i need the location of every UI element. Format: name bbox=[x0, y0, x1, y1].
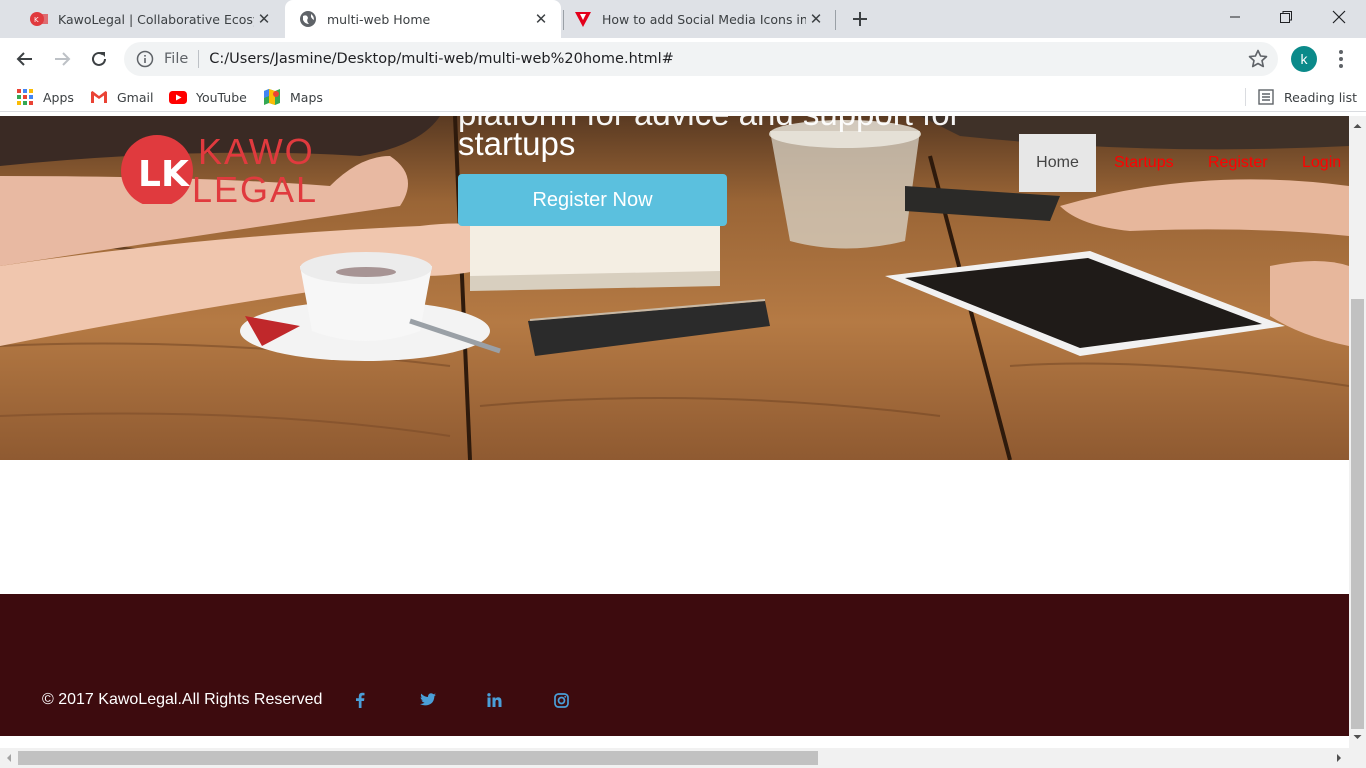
nav-home[interactable]: Home bbox=[1019, 134, 1096, 192]
facebook-icon[interactable] bbox=[351, 691, 369, 709]
info-icon[interactable] bbox=[136, 50, 154, 68]
logo-line1-text: KAWO bbox=[198, 131, 315, 172]
bookmark-label: Maps bbox=[290, 89, 323, 105]
kawolegal-logo[interactable]: LK KAWO LEGAL bbox=[120, 124, 360, 204]
instagram-icon[interactable] bbox=[552, 691, 570, 709]
page-viewport: LK KAWO LEGAL platform for advice and su… bbox=[0, 116, 1349, 736]
reload-icon bbox=[92, 51, 106, 66]
browser-menu-button[interactable] bbox=[1330, 46, 1352, 72]
bookmark-gmail[interactable]: Gmail bbox=[90, 86, 153, 108]
new-tab-button[interactable] bbox=[846, 5, 874, 33]
twitter-icon[interactable] bbox=[419, 691, 437, 709]
copyright-text: © 2017 KawoLegal.All Rights Reserved bbox=[42, 691, 323, 708]
restore-button[interactable] bbox=[1261, 0, 1311, 34]
close-tab-icon[interactable]: ✕ bbox=[531, 9, 551, 29]
bookmark-label: YouTube bbox=[196, 89, 247, 105]
close-tab-icon[interactable]: ✕ bbox=[806, 9, 826, 29]
logo-line2-text: LEGAL bbox=[192, 169, 318, 204]
arrow-left-icon bbox=[16, 52, 32, 66]
profile-avatar[interactable]: k bbox=[1291, 46, 1317, 72]
close-window-button[interactable] bbox=[1314, 0, 1364, 34]
bookmark-maps[interactable]: Maps bbox=[263, 86, 323, 108]
nav-register[interactable]: Register bbox=[1208, 134, 1268, 192]
address-divider bbox=[198, 50, 200, 68]
horizontal-scrollbar[interactable] bbox=[0, 748, 1366, 768]
linkedin-icon[interactable] bbox=[485, 691, 503, 709]
kawolegal-favicon-icon: K bbox=[30, 10, 48, 28]
logo-mark-text: LK bbox=[138, 154, 190, 195]
bookmark-star-icon[interactable] bbox=[1248, 49, 1268, 69]
maps-icon bbox=[263, 88, 281, 106]
tab-title: How to add Social Media Icons in HTML bbox=[602, 11, 806, 27]
youtube-icon bbox=[169, 88, 187, 106]
bookmark-youtube[interactable]: YouTube bbox=[169, 86, 247, 108]
close-icon bbox=[1332, 10, 1346, 24]
minimize-icon bbox=[1230, 16, 1240, 18]
hero-heading-line: startups bbox=[458, 125, 576, 162]
gmail-icon bbox=[90, 88, 108, 106]
scroll-up-arrow-icon[interactable] bbox=[1349, 119, 1366, 133]
tab-multi-web-home[interactable]: multi-web Home ✕ bbox=[285, 0, 561, 38]
hero-section: LK KAWO LEGAL platform for advice and su… bbox=[0, 116, 1349, 460]
scroll-down-arrow-icon[interactable] bbox=[1349, 730, 1366, 744]
reload-button[interactable] bbox=[83, 43, 115, 75]
svg-text:K: K bbox=[34, 16, 39, 24]
bookmarks-bar: Apps Gmail YouTube Maps Reading list bbox=[0, 82, 1366, 112]
reading-list-label: Reading list bbox=[1284, 89, 1358, 105]
apps-grid-icon bbox=[16, 88, 34, 106]
bookmarks-divider bbox=[1245, 88, 1246, 106]
tab-social-icons-howto[interactable]: How to add Social Media Icons in HTML ✕ bbox=[564, 0, 836, 38]
content-spacer bbox=[0, 460, 1349, 594]
horizontal-scroll-thumb[interactable] bbox=[18, 751, 818, 765]
reading-list-icon bbox=[1257, 88, 1275, 106]
nav-startups[interactable]: Startups bbox=[1114, 134, 1174, 192]
minimize-button[interactable] bbox=[1210, 0, 1260, 34]
address-bar[interactable]: File C:/Users/Jasmine/Desktop/multi-web/… bbox=[124, 42, 1278, 76]
bookmark-label: Apps bbox=[43, 89, 74, 105]
tab-title: multi-web Home bbox=[327, 11, 431, 27]
scroll-left-arrow-icon[interactable] bbox=[2, 748, 16, 768]
back-button[interactable] bbox=[9, 43, 41, 75]
close-tab-icon[interactable]: ✕ bbox=[254, 9, 274, 29]
bookmark-apps[interactable]: Apps bbox=[16, 86, 74, 108]
plus-icon bbox=[853, 12, 867, 26]
nav-login[interactable]: Login bbox=[1302, 134, 1341, 192]
register-now-button[interactable]: Register Now bbox=[458, 174, 727, 226]
red-v-favicon-icon bbox=[574, 10, 592, 28]
scroll-right-arrow-icon[interactable] bbox=[1332, 748, 1346, 768]
tab-kawolegal[interactable]: K KawoLegal | Collaborative Ecosystem ✕ bbox=[8, 0, 284, 38]
bookmark-label: Gmail bbox=[117, 89, 154, 105]
vertical-scrollbar[interactable] bbox=[1349, 116, 1366, 748]
arrow-right-icon bbox=[55, 52, 71, 66]
vertical-scroll-thumb[interactable] bbox=[1351, 299, 1364, 729]
reading-list-button[interactable]: Reading list bbox=[1257, 86, 1357, 108]
forward-button[interactable] bbox=[46, 43, 78, 75]
globe-icon bbox=[299, 10, 317, 28]
scheme-label: File bbox=[164, 51, 189, 67]
site-footer: © 2017 KawoLegal.All Rights Reserved bbox=[0, 594, 1349, 736]
tab-title: KawoLegal | Collaborative Ecosystem bbox=[58, 11, 254, 27]
tab-strip: K KawoLegal | Collaborative Ecosystem ✕ … bbox=[0, 0, 1366, 38]
restore-icon bbox=[1280, 11, 1292, 23]
tab-divider bbox=[835, 10, 836, 30]
url-text[interactable]: C:/Users/Jasmine/Desktop/multi-web/multi… bbox=[209, 51, 674, 67]
